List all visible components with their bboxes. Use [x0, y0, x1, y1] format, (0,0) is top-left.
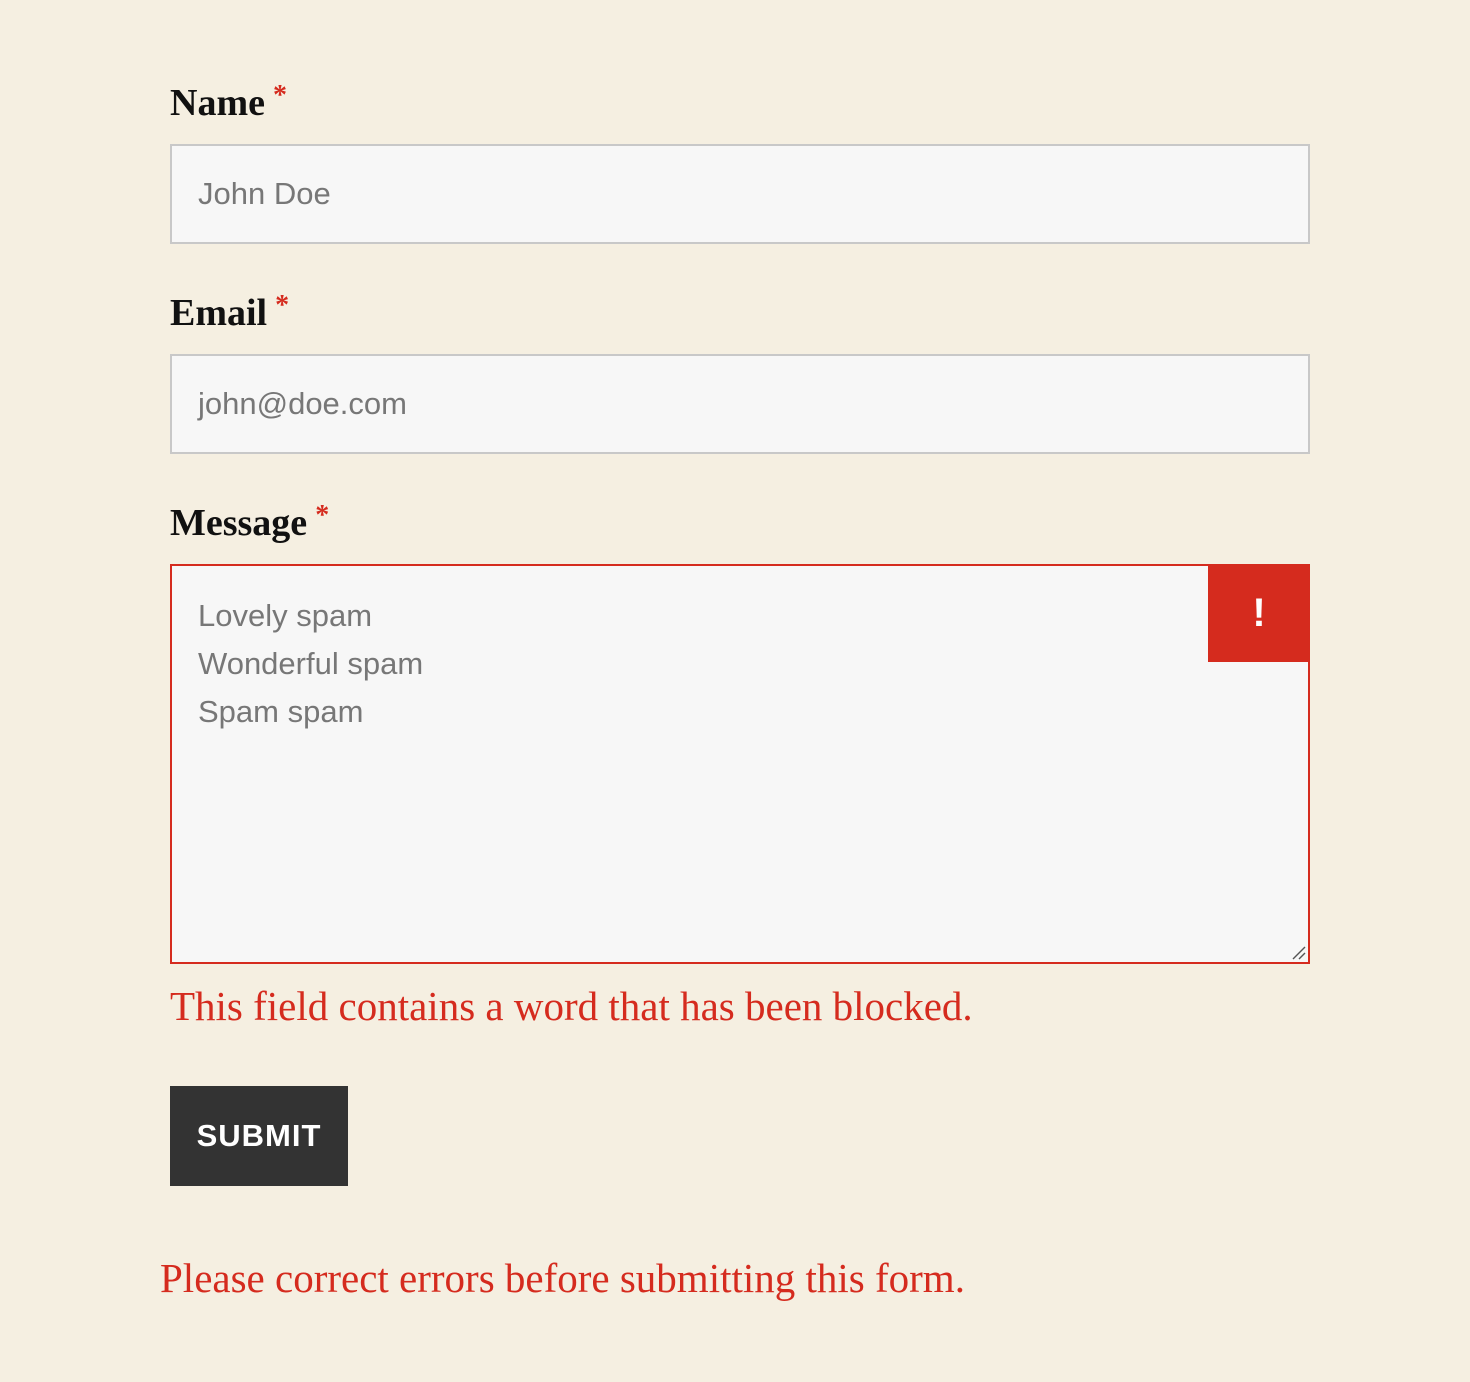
name-field-value: John Doe [198, 176, 331, 211]
message-line: Wonderful spam [198, 646, 424, 681]
message-label: Message * [170, 502, 329, 544]
submit-button[interactable]: SUBMIT [170, 1086, 348, 1186]
email-label: Email * [170, 292, 289, 334]
message-label-text: Message [170, 502, 308, 544]
name-required-mark: * [272, 80, 287, 111]
email-required-mark: * [275, 290, 290, 321]
message-line: Lovely spam [198, 598, 373, 633]
email-field-value: john@doe.com [198, 386, 407, 421]
message-line: Spam spam [198, 694, 364, 729]
message-error-text: This field contains a word that has been… [170, 983, 973, 1029]
message-required-mark: * [315, 500, 330, 531]
name-field[interactable]: John Doe [170, 144, 1310, 244]
name-label: Name * [170, 82, 287, 124]
name-label-text: Name [170, 82, 265, 124]
message-textarea[interactable]: Lovely spam Wonderful spam Spam spam ! [170, 564, 1310, 964]
resize-grip-icon[interactable] [1288, 942, 1306, 960]
email-field[interactable]: john@doe.com [170, 354, 1310, 454]
email-label-text: Email [170, 292, 268, 334]
form-error-text: Please correct errors before submitting … [160, 1255, 965, 1301]
exclamation-icon: ! [1208, 564, 1310, 662]
